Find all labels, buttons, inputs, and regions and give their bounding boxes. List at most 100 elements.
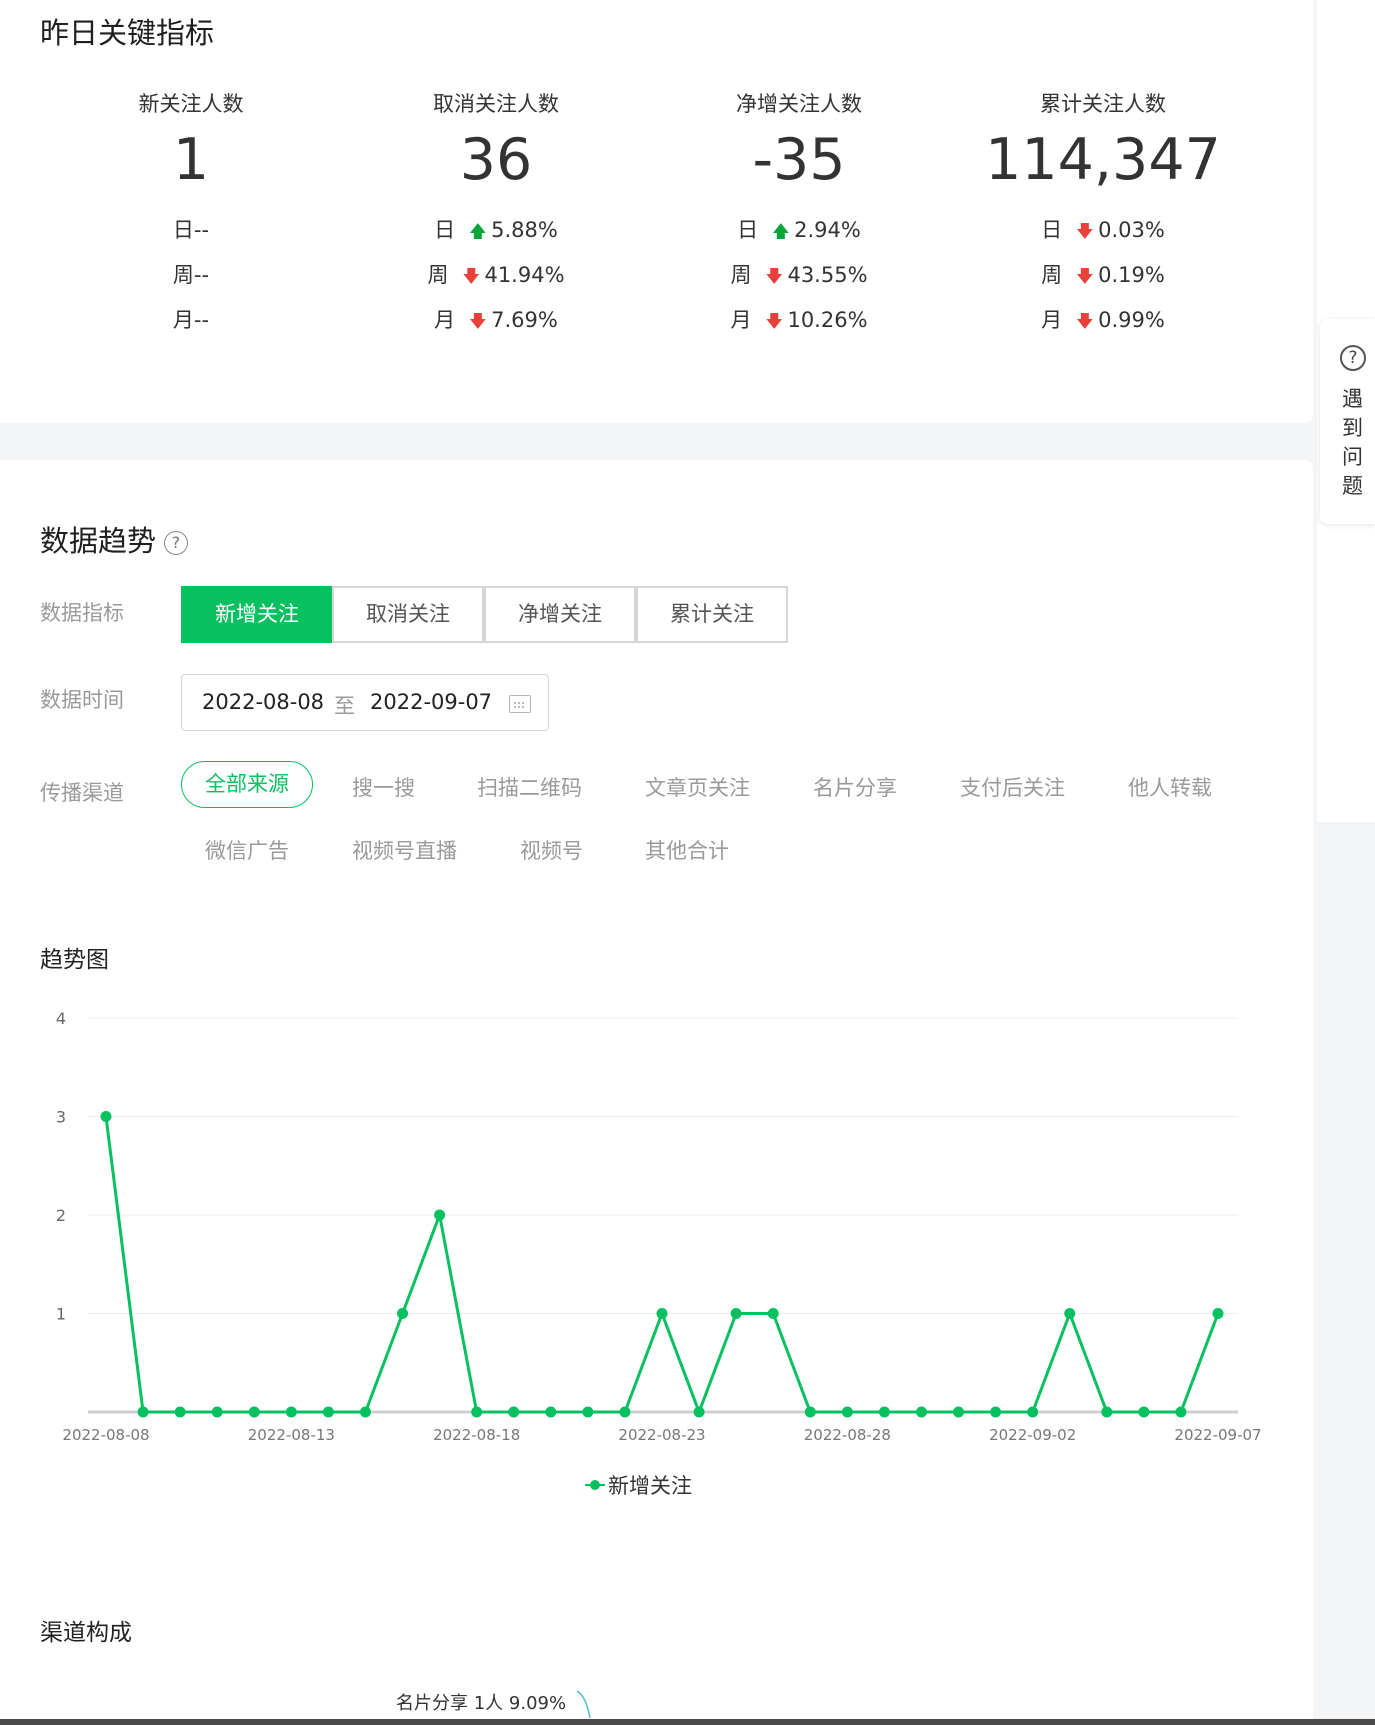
channel-option[interactable]: 名片分享 — [813, 772, 897, 802]
change-value: 10.26% — [787, 308, 868, 332]
period-label: 日 — [737, 218, 759, 242]
data-point — [359, 1406, 371, 1418]
arrow-down-icon: 🡇 — [1076, 267, 1094, 287]
data-point — [619, 1406, 631, 1418]
data-point — [137, 1406, 149, 1418]
y-tick-label: 2 — [56, 1206, 66, 1225]
channel-option[interactable]: 扫描二维码 — [477, 772, 582, 802]
change-value: 0.03% — [1098, 218, 1165, 242]
metric-change-row: 日 🡅 5.88% — [346, 214, 646, 248]
metric-change-row: 周-- — [41, 259, 341, 289]
trend-line-chart: 1 2 3 4 2022-08-08 2022-08-13 2022-08-18 2022-0… — [56, 1009, 1262, 1444]
x-tick-label: 2022-08-08 — [62, 1426, 149, 1444]
arrow-down-icon: 🡇 — [469, 312, 487, 332]
channel-label: 传播渠道 — [40, 781, 124, 805]
pie-leader-line — [576, 1690, 591, 1719]
channel-option[interactable]: 搜一搜 — [352, 772, 415, 802]
data-point — [322, 1406, 334, 1418]
channel-composition-title: 渠道构成 — [40, 1620, 132, 1646]
data-point — [1175, 1406, 1187, 1418]
arrow-down-icon: 🡇 — [1076, 222, 1094, 242]
data-point — [915, 1406, 927, 1418]
data-point — [841, 1406, 853, 1418]
period-label: 月 — [434, 308, 456, 332]
change-value: 0.99% — [1098, 308, 1165, 332]
metric-tab[interactable]: 取消关注 — [332, 586, 484, 643]
key-metrics-title: 昨日关键指标 — [40, 16, 215, 50]
date-start: 2022-08-08 — [202, 690, 325, 714]
help-icon[interactable]: ? — [164, 531, 189, 555]
date-separator: 至 — [334, 694, 355, 718]
period-label: 日 — [434, 218, 456, 242]
arrow-down-icon: 🡇 — [765, 267, 783, 287]
data-point — [1138, 1406, 1150, 1418]
channel-option[interactable]: 全部来源 — [181, 761, 313, 808]
metric-change-row: 周 🡇 43.55% — [649, 259, 949, 293]
period-label: 周 — [1041, 263, 1063, 287]
data-point — [582, 1406, 594, 1418]
x-tick-label: 2022-08-18 — [433, 1426, 520, 1444]
metric-tab[interactable]: 累计关注 — [636, 586, 788, 643]
metric-change-row: 月-- — [41, 304, 341, 334]
period-label: 日 — [172, 218, 194, 242]
channel-option[interactable]: 视频号直播 — [352, 835, 457, 865]
x-tick-label: 2022-08-23 — [618, 1426, 705, 1444]
metric-tab[interactable]: 净增关注 — [484, 586, 636, 643]
change-value: 43.55% — [787, 263, 868, 287]
data-point — [693, 1406, 705, 1418]
metric-label: 取消关注人数 — [433, 92, 559, 116]
y-tick-label: 1 — [56, 1305, 66, 1324]
change-value: 41.94% — [484, 263, 565, 287]
data-point — [1212, 1308, 1224, 1319]
arrow-down-icon: 🡇 — [765, 312, 783, 332]
y-tick-label: 4 — [56, 1009, 66, 1028]
channel-option[interactable]: 其他合计 — [645, 835, 729, 865]
date-end: 2022-09-07 — [370, 690, 493, 714]
x-tick-label: 2022-09-07 — [1174, 1426, 1261, 1444]
channel-option[interactable]: 视频号 — [520, 835, 583, 865]
data-point — [434, 1209, 446, 1221]
bottom-border — [0, 1719, 1375, 1725]
change-value: -- — [193, 263, 210, 287]
help-panel[interactable]: ? 遇到问题 — [1320, 319, 1375, 524]
arrow-down-icon: 🡇 — [1076, 312, 1094, 332]
channel-option[interactable]: 文章页关注 — [645, 772, 750, 802]
data-point — [730, 1308, 742, 1319]
data-point — [248, 1406, 260, 1418]
metric-change-row: 日-- — [41, 214, 341, 244]
data-point — [100, 1111, 112, 1122]
help-panel-label: 遇到问题 — [1342, 387, 1363, 498]
data-point — [656, 1308, 668, 1319]
data-point — [285, 1406, 297, 1418]
change-value: 7.69% — [491, 308, 558, 332]
metric-label: 数据指标 — [40, 601, 124, 625]
metric-change-row: 日 🡇 0.03% — [953, 214, 1253, 248]
metric-value: 36 — [459, 127, 533, 193]
period-label: 周 — [172, 263, 194, 287]
metric-label: 累计关注人数 — [1040, 92, 1166, 116]
data-trend-title-text: 数据趋势 — [40, 524, 157, 558]
metric-tab[interactable]: 新增关注 — [181, 586, 333, 643]
period-label: 日 — [1041, 218, 1063, 242]
channel-option[interactable]: 支付后关注 — [960, 772, 1065, 802]
date-range-picker[interactable]: 2022-08-08 至 2022-09-07 — [181, 674, 549, 731]
metric-change-row: 周 🡇 0.19% — [953, 259, 1253, 293]
change-value: -- — [193, 308, 210, 332]
data-point — [953, 1406, 965, 1418]
pie-label-card-share: 名片分享 1人 9.09% — [396, 1693, 567, 1714]
channel-option[interactable]: 微信广告 — [205, 835, 289, 865]
x-tick-label: 2022-08-28 — [804, 1426, 891, 1444]
period-label: 月 — [730, 308, 752, 332]
change-value: 5.88% — [491, 218, 558, 242]
metric-label: 净增关注人数 — [736, 92, 862, 116]
metric-change-row: 月 🡇 7.69% — [346, 304, 646, 338]
legend-label: 新增关注 — [608, 1474, 692, 1498]
y-tick-label: 3 — [56, 1108, 66, 1127]
channel-option[interactable]: 他人转载 — [1128, 772, 1212, 802]
chart-legend[interactable]: 新增关注 — [585, 1470, 692, 1500]
calendar-icon[interactable] — [509, 695, 531, 713]
data-point — [804, 1406, 816, 1418]
data-point — [211, 1406, 223, 1418]
metric-value: -35 — [752, 127, 846, 193]
data-point — [471, 1406, 483, 1418]
